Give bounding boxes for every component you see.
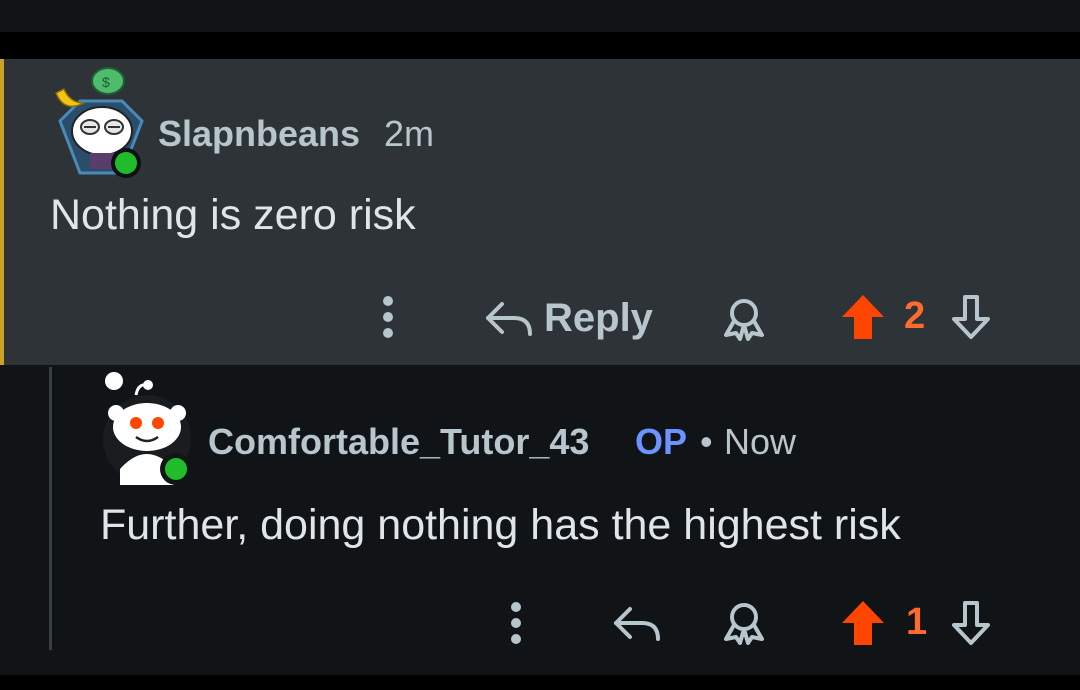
- reply-arrow-icon[interactable]: [612, 603, 662, 643]
- status-bar: [0, 0, 1080, 32]
- more-options-icon[interactable]: [376, 295, 400, 339]
- downvote-arrow-icon[interactable]: [948, 293, 994, 341]
- vote-count: 2: [904, 295, 926, 337]
- svg-text:$: $: [102, 74, 110, 90]
- user-avatar[interactable]: [100, 369, 200, 489]
- upvote-arrow-icon[interactable]: [840, 599, 886, 647]
- award-icon[interactable]: [720, 297, 768, 341]
- more-options-icon[interactable]: [504, 601, 528, 645]
- reply-button[interactable]: Reply: [484, 293, 653, 343]
- downvote-arrow-icon[interactable]: [948, 599, 994, 647]
- timestamp: Now: [724, 421, 797, 462]
- comment-comfortable-tutor[interactable]: Comfortable_Tutor_43 OP • Now Further, d…: [0, 365, 1080, 675]
- reply-arrow-icon: [486, 302, 532, 336]
- op-badge: OP: [635, 421, 688, 462]
- divider: [0, 32, 1080, 59]
- award-icon[interactable]: [720, 601, 768, 645]
- bottom-divider: [0, 675, 1080, 690]
- username[interactable]: Slapnbeans: [158, 113, 360, 155]
- username[interactable]: Comfortable_Tutor_43: [208, 421, 589, 463]
- thread-line: [49, 367, 52, 650]
- vote-count: 1: [906, 601, 928, 643]
- meta-separator: •: [700, 421, 713, 462]
- user-avatar[interactable]: $: [50, 63, 150, 183]
- comment-slapnbeans[interactable]: $ Slapnbeans 2m Nothing is zero risk Rep…: [0, 59, 1080, 365]
- upvote-arrow-icon[interactable]: [840, 293, 886, 341]
- comment-body: Further, doing nothing has the highest r…: [100, 501, 901, 549]
- timestamp: 2m: [384, 113, 435, 154]
- comment-body: Nothing is zero risk: [50, 191, 416, 239]
- reply-label: Reply: [544, 295, 653, 340]
- highlight-bar: [0, 59, 4, 365]
